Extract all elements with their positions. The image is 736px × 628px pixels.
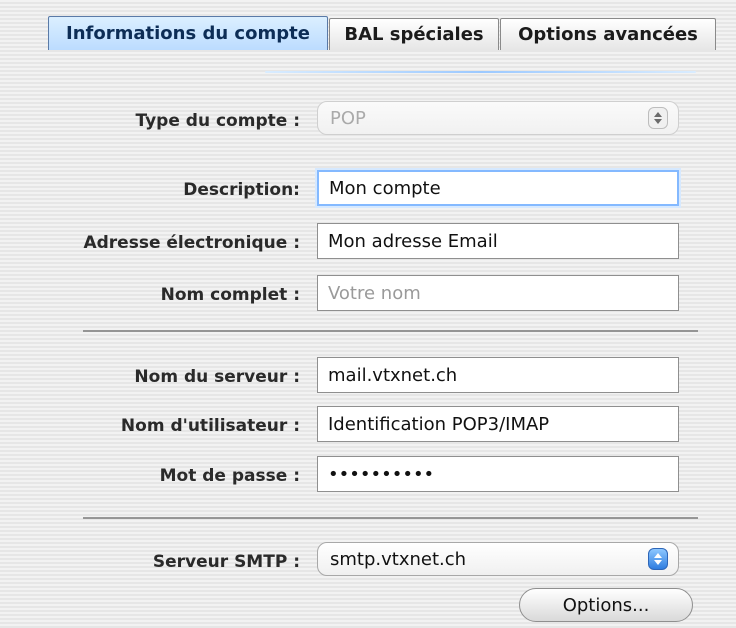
tab-bar: Informations du compte BAL spéciales Opt… — [48, 14, 717, 50]
row-password: Mot de passe : — [0, 456, 736, 496]
account-type-value: POP — [330, 107, 366, 129]
server-label: Nom du serveur : — [134, 367, 300, 387]
smtp-select[interactable]: smtp.vtxnet.ch — [317, 542, 679, 576]
row-username: Nom d'utilisateur : — [0, 406, 736, 446]
full-name-field[interactable] — [317, 275, 679, 311]
password-field[interactable] — [317, 456, 679, 492]
up-down-arrows-icon-svg — [654, 112, 662, 124]
section-divider-2 — [83, 517, 698, 519]
section-divider-1 — [83, 330, 698, 332]
options-button-label: Options... — [562, 594, 650, 616]
tab-label: BAL spéciales — [344, 24, 484, 45]
account-type-select[interactable]: POP — [317, 101, 679, 135]
row-full-name: Nom complet : — [0, 275, 736, 315]
username-label: Nom d'utilisateur : — [120, 416, 300, 436]
smtp-label: Serveur SMTP : — [152, 552, 300, 572]
tab-bal-speciales[interactable]: BAL spéciales — [329, 18, 499, 50]
row-email: Adresse électronique : — [0, 223, 736, 263]
server-field[interactable] — [317, 357, 679, 393]
tab-informations-du-compte[interactable]: Informations du compte — [48, 16, 328, 50]
tab-options-avancees[interactable]: Options avancées — [500, 18, 716, 50]
up-down-arrows-icon — [648, 107, 668, 129]
tab-label: Informations du compte — [66, 23, 310, 44]
tab-label: Options avancées — [518, 24, 698, 45]
row-description: Description: — [0, 170, 736, 210]
password-label: Mot de passe : — [159, 466, 300, 486]
row-server: Nom du serveur : — [0, 357, 736, 397]
row-smtp: Serveur SMTP : smtp.vtxnet.ch — [0, 542, 736, 582]
full-name-label: Nom complet : — [160, 285, 300, 305]
panel-accent-line — [265, 71, 696, 73]
row-account-type: Type du compte : POP — [0, 101, 736, 141]
smtp-value: smtp.vtxnet.ch — [330, 548, 467, 570]
username-field[interactable] — [317, 406, 679, 442]
account-type-label: Type du compte : — [135, 111, 300, 131]
up-down-arrows-icon-svg — [654, 553, 662, 565]
up-down-arrows-icon — [648, 548, 668, 570]
description-label: Description: — [183, 180, 300, 200]
email-label: Adresse électronique : — [83, 233, 300, 253]
description-field[interactable] — [317, 170, 679, 206]
email-field[interactable] — [317, 223, 679, 259]
options-button[interactable]: Options... — [519, 588, 693, 622]
